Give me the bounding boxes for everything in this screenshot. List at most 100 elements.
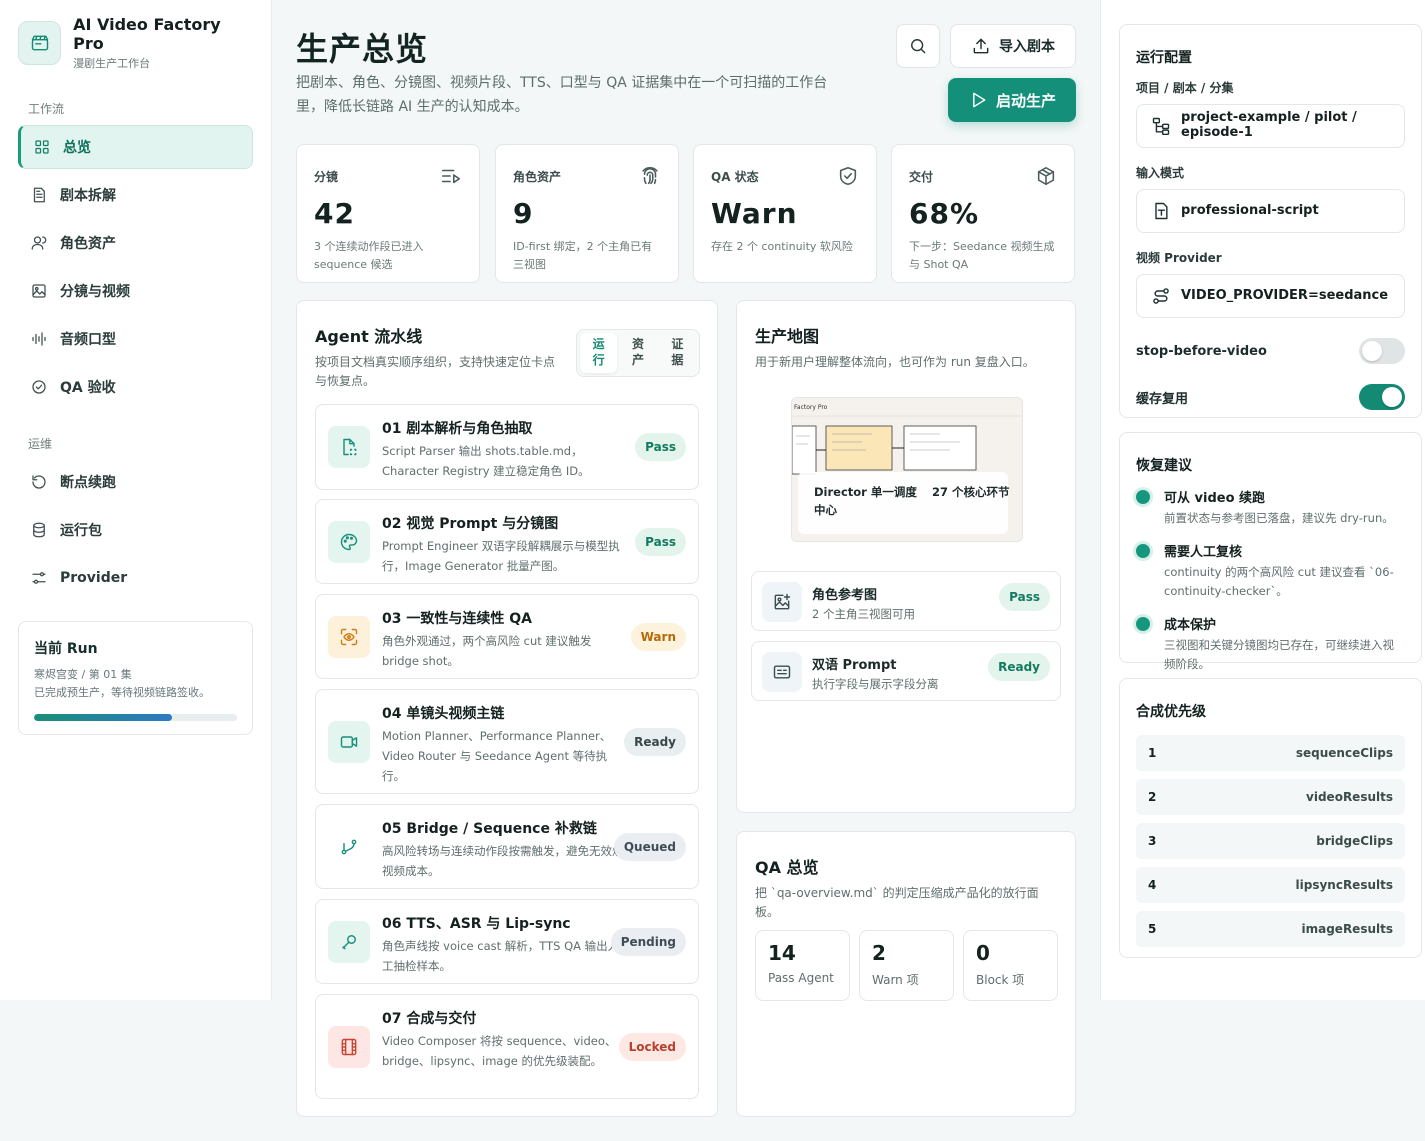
qa-stat-warn: 2 Warn 项 bbox=[859, 930, 954, 1001]
pipeline-step[interactable]: 07 合成与交付 Video Composer 将按 sequence、vide… bbox=[315, 994, 699, 1099]
film-icon bbox=[328, 1026, 370, 1068]
toggle-label: stop-before-video bbox=[1136, 343, 1267, 359]
status-dot bbox=[1136, 617, 1150, 632]
stat-value: 9 bbox=[513, 197, 534, 230]
sidebar-item-characters[interactable]: 角色资产 bbox=[18, 221, 253, 265]
step-title: 06 TTS、ASR 与 Lip-sync bbox=[382, 916, 571, 932]
sidebar-item-storyboard[interactable]: 分镜与视频 bbox=[18, 269, 253, 313]
status-badge: Locked bbox=[618, 1033, 686, 1061]
recovery-panel: 恢复建议 可从 video 续跑 前置状态与参考图已落盘，建议先 dry-run… bbox=[1119, 432, 1422, 671]
sidebar-item-label: 剧本拆解 bbox=[60, 188, 116, 204]
provider-label: 视频 Provider bbox=[1136, 251, 1222, 265]
step-description: Script Parser 输出 shots.table.md，Characte… bbox=[382, 444, 590, 479]
qa-stat-label: Block 项 bbox=[976, 973, 1025, 987]
map-card-title: 角色参考图 bbox=[812, 588, 878, 603]
check-circle-icon bbox=[32, 380, 46, 394]
text-card-icon bbox=[762, 652, 802, 692]
status-badge: Pass bbox=[635, 528, 686, 556]
search-button[interactable] bbox=[896, 24, 940, 68]
current-run-title: 当前 Run bbox=[34, 641, 98, 657]
current-run-card[interactable]: 当前 Run 寒烬宫变 / 第 01 集 已完成预生产，等待视频链路签收。 bbox=[18, 621, 253, 735]
recovery-item[interactable]: 可从 video 续跑 前置状态与参考图已落盘，建议先 dry-run。 bbox=[1136, 487, 1405, 527]
sidebar-item-overview[interactable]: 总览 bbox=[18, 125, 253, 169]
sidebar-item-label: Provider bbox=[60, 570, 128, 586]
sidebar-item-qa[interactable]: QA 验收 bbox=[18, 365, 253, 409]
step-title: 07 合成与交付 bbox=[382, 1011, 477, 1027]
toggle-row-cache-reuse: 缓存复用 bbox=[1136, 384, 1405, 410]
sidebar-item-audio[interactable]: 音频口型 bbox=[18, 317, 253, 361]
tab-assets[interactable]: 资产 bbox=[619, 333, 656, 373]
provider-field[interactable]: VIDEO_PROVIDER=seedance bbox=[1136, 274, 1405, 318]
recovery-item[interactable]: 需要人工复核 continuity 的两个高风险 cut 建议查看 `06-co… bbox=[1136, 541, 1405, 600]
step-description: Motion Planner、Performance Planner、Video… bbox=[382, 729, 612, 784]
stat-value: 68% bbox=[909, 197, 980, 230]
map-card-bilingual-prompt[interactable]: 双语 Prompt 执行字段与展示字段分离 Ready bbox=[751, 641, 1061, 701]
qa-title: QA 总览 bbox=[755, 858, 819, 877]
pipeline-step[interactable]: 05 Bridge / Sequence 补救链 高风险转场与连续动作段按需触发… bbox=[315, 804, 699, 889]
stat-label: 交付 bbox=[909, 169, 934, 184]
recovery-item-title: 可从 video 续跑 bbox=[1164, 491, 1266, 506]
pipeline-step[interactable]: 04 单镜头视频主链 Motion Planner、Performance Pl… bbox=[315, 689, 699, 794]
priority-name: sequenceClips bbox=[1295, 746, 1393, 760]
pipeline-step[interactable]: 02 视觉 Prompt 与分镜图 Prompt Engineer 双语字段解耦… bbox=[315, 499, 699, 584]
app-subtitle: 漫剧生产工作台 bbox=[73, 57, 151, 70]
start-production-label: 启动生产 bbox=[995, 91, 1056, 110]
stat-card-delivery[interactable]: 交付 68% 下一步：Seedance 视频生成与 Shot QA bbox=[891, 144, 1075, 283]
step-title: 05 Bridge / Sequence 补救链 bbox=[382, 821, 597, 837]
clapperboard-icon bbox=[18, 21, 62, 65]
stat-card-characters[interactable]: 角色资产 9 ID-first 绑定，2 个主角已有三视图 bbox=[495, 144, 679, 283]
project-field[interactable]: project-example / pilot / episode-1 bbox=[1136, 104, 1405, 148]
map-description: 用于新用户理解整体流向，也可作为 run 复盘入口。 bbox=[755, 355, 1035, 369]
step-description: Video Composer 将按 sequence、video、bridge、… bbox=[382, 1034, 617, 1069]
toggle-knob bbox=[1362, 341, 1382, 361]
priority-row: 2 videoResults bbox=[1136, 779, 1405, 815]
stop-before-video-toggle[interactable] bbox=[1359, 338, 1405, 364]
production-map-thumbnail[interactable]: Factory Pro Director 单一调度中心 27 个核心环节 bbox=[791, 397, 1023, 542]
fingerprint-icon bbox=[642, 166, 658, 185]
sidebar-item-provider[interactable]: Provider bbox=[18, 556, 253, 600]
stat-card-qa[interactable]: QA 状态 Warn 存在 2 个 continuity 软风险 bbox=[693, 144, 877, 283]
file-scan-icon bbox=[328, 426, 370, 468]
recovery-item[interactable]: 成本保护 三视图和关键分镜图均已存在，可继续进入视频阶段。 bbox=[1136, 614, 1405, 673]
stat-card-shots[interactable]: 分镜 42 3 个连续动作段已进入 sequence 候选 bbox=[296, 144, 480, 283]
file-text-icon bbox=[1155, 202, 1168, 220]
input-mode-label: 输入模式 bbox=[1136, 166, 1185, 180]
pipeline-step[interactable]: 06 TTS、ASR 与 Lip-sync 角色声线按 voice cast 解… bbox=[315, 899, 699, 984]
sidebar-item-resume[interactable]: 断点续跑 bbox=[18, 460, 253, 504]
priority-rank: 1 bbox=[1148, 746, 1157, 760]
toggle-knob bbox=[1382, 387, 1402, 407]
sidebar: AI Video Factory Pro 漫剧生产工作台 工作流 总览 剧本拆解… bbox=[0, 0, 272, 1000]
qa-stat-pass: 14 Pass Agent bbox=[755, 930, 850, 1001]
sidebar-item-label: 分镜与视频 bbox=[60, 284, 130, 300]
tab-evidence[interactable]: 证据 bbox=[659, 333, 696, 373]
sidebar-item-script[interactable]: 剧本拆解 bbox=[18, 173, 253, 217]
tab-run[interactable]: 运行 bbox=[580, 333, 618, 373]
pipeline-step[interactable]: 03 一致性与连续性 QA 角色外观通过，两个高风险 cut 建议触发 brid… bbox=[315, 594, 699, 679]
qa-stat-number: 0 bbox=[976, 941, 990, 965]
pipeline-step[interactable]: 01 剧本解析与角色抽取 Script Parser 输出 shots.tabl… bbox=[315, 404, 699, 490]
production-map-panel: 生产地图 用于新用户理解整体流向，也可作为 run 复盘入口。 Factory … bbox=[736, 300, 1076, 813]
map-title: 生产地图 bbox=[755, 327, 820, 346]
sidebar-item-run-bundle[interactable]: 运行包 bbox=[18, 508, 253, 552]
map-card-title: 双语 Prompt bbox=[812, 658, 897, 673]
stat-label: 角色资产 bbox=[513, 169, 562, 184]
cache-reuse-toggle[interactable] bbox=[1359, 384, 1405, 410]
thumb-caption-count: 27 个核心环节 bbox=[932, 485, 1010, 499]
start-production-button[interactable]: 启动生产 bbox=[948, 78, 1076, 122]
input-mode-field[interactable]: professional-script bbox=[1136, 189, 1405, 233]
git-branch-icon bbox=[328, 826, 370, 868]
import-script-button[interactable]: 导入剧本 bbox=[950, 24, 1076, 68]
shield-check-icon bbox=[839, 166, 857, 186]
map-card-sub: 2 个主角三视图可用 bbox=[812, 607, 915, 621]
restart-icon bbox=[32, 475, 46, 489]
map-card-sub: 执行字段与展示字段分离 bbox=[812, 677, 939, 691]
sidebar-item-label: 角色资产 bbox=[60, 236, 116, 252]
toggle-row-stop-before-video: stop-before-video bbox=[1136, 338, 1405, 364]
agent-pipeline-panel: Agent 流水线 按项目文档真实顺序组织，支持快速定位卡点与恢复点。 运行 资… bbox=[296, 300, 718, 1117]
priority-row: 3 bridgeClips bbox=[1136, 823, 1405, 859]
import-script-label: 导入剧本 bbox=[999, 39, 1055, 55]
map-card-character-ref[interactable]: 角色参考图 2 个主角三视图可用 Pass bbox=[751, 571, 1061, 631]
step-description: 角色外观通过，两个高风险 cut 建议触发 bridge shot。 bbox=[382, 634, 592, 669]
nav-section-workflow: 工作流 bbox=[28, 102, 65, 116]
compose-priority-panel: 合成优先级 1 sequenceClips 2 videoResults 3 b… bbox=[1119, 678, 1422, 958]
